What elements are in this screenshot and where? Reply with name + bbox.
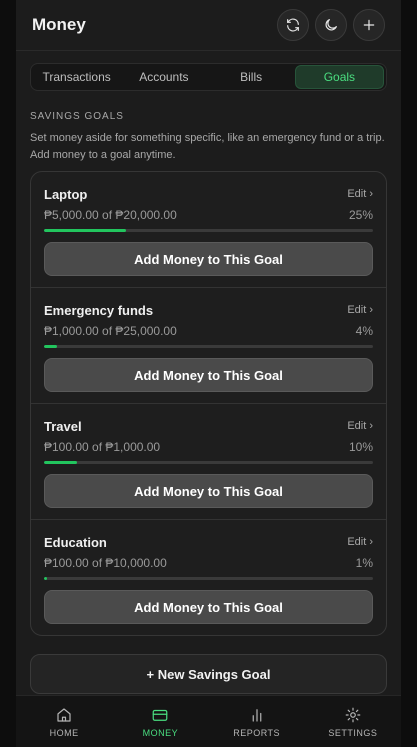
goals-list: Laptop Edit › ₱5,000.00 of ₱20,000.00 25… [30, 171, 387, 636]
page-title: Money [32, 15, 86, 34]
goal-progress-bar [44, 577, 373, 580]
tab-accounts[interactable]: Accounts [120, 65, 207, 89]
goal-name: Travel [44, 418, 82, 434]
add-money-button[interactable]: Add Money to This Goal [44, 358, 373, 392]
nav-settings[interactable]: SETTINGS [305, 696, 401, 747]
header-actions [277, 9, 385, 41]
goal-amount: ₱1,000.00 of ₱25,000.00 [44, 324, 177, 338]
goal-amount: ₱5,000.00 of ₱20,000.00 [44, 208, 177, 222]
goal-percent: 25% [348, 208, 373, 222]
tab-goals[interactable]: Goals [294, 65, 384, 89]
section-description: Set money aside for something specific, … [30, 132, 385, 161]
goal-progress-bar [44, 229, 373, 232]
goal-progress-bar [44, 345, 373, 348]
nav-label: SETTINGS [328, 727, 378, 738]
tab-transactions[interactable]: Transactions [33, 65, 120, 89]
goal-percent: 1% [355, 556, 373, 570]
goal-edit-link[interactable]: Edit › [347, 304, 373, 316]
app-screen: Money Transactions Accounts Bills Goals … [16, 0, 401, 747]
add-money-button[interactable]: Add Money to This Goal [44, 590, 373, 624]
nav-home[interactable]: HOME [16, 696, 112, 747]
goal-edit-link[interactable]: Edit › [347, 536, 373, 548]
gear-icon [345, 707, 361, 722]
bar-chart-icon [252, 708, 261, 722]
nav-label: MONEY [142, 727, 179, 738]
goal-name: Education [44, 534, 107, 550]
goal-item: Travel Edit › ₱100.00 of ₱1,000.00 10% A… [31, 404, 386, 520]
home-icon [57, 707, 71, 722]
goal-progress-fill [44, 229, 127, 232]
sync-icon [287, 18, 299, 32]
moon-icon [325, 19, 337, 31]
goal-edit-link[interactable]: Edit › [347, 420, 373, 432]
header: Money [16, 0, 401, 51]
wallet-icon [153, 709, 168, 721]
goal-name: Emergency funds [44, 302, 154, 318]
goal-item: Laptop Edit › ₱5,000.00 of ₱20,000.00 25… [31, 172, 386, 288]
goal-progress-fill [44, 461, 77, 464]
nav-label: REPORTS [233, 727, 281, 738]
add-money-button[interactable]: Add Money to This Goal [44, 474, 373, 508]
nav-label: HOME [49, 727, 79, 738]
plus-icon [363, 19, 375, 31]
goal-amount: ₱100.00 of ₱10,000.00 [44, 556, 167, 570]
goal-progress-fill [44, 577, 48, 580]
goal-edit-link[interactable]: Edit › [347, 188, 373, 200]
goal-name: Laptop [44, 186, 88, 202]
bottom-nav: HOME MONEY REPORTS SETTINGS [16, 695, 401, 747]
goal-percent: 4% [355, 324, 373, 338]
add-button[interactable] [353, 9, 385, 41]
tab-bar: Transactions Accounts Bills Goals [30, 63, 387, 91]
sync-button[interactable] [277, 9, 309, 41]
new-savings-goal-button[interactable]: + New Savings Goal [30, 654, 387, 694]
goal-percent: 10% [348, 440, 373, 454]
goal-item: Emergency funds Edit › ₱1,000.00 of ₱25,… [31, 288, 386, 404]
theme-toggle-button[interactable] [315, 9, 347, 41]
nav-money[interactable]: MONEY [112, 696, 208, 747]
goal-amount: ₱100.00 of ₱1,000.00 [44, 440, 161, 454]
nav-reports[interactable]: REPORTS [209, 696, 305, 747]
goal-item: Education Edit › ₱100.00 of ₱10,000.00 1… [31, 520, 386, 635]
goal-progress-bar [44, 461, 373, 464]
add-money-button[interactable]: Add Money to This Goal [44, 242, 373, 276]
section-label: SAVINGS GOALS [30, 111, 124, 122]
tab-bills[interactable]: Bills [208, 65, 295, 89]
goal-progress-fill [44, 345, 58, 348]
